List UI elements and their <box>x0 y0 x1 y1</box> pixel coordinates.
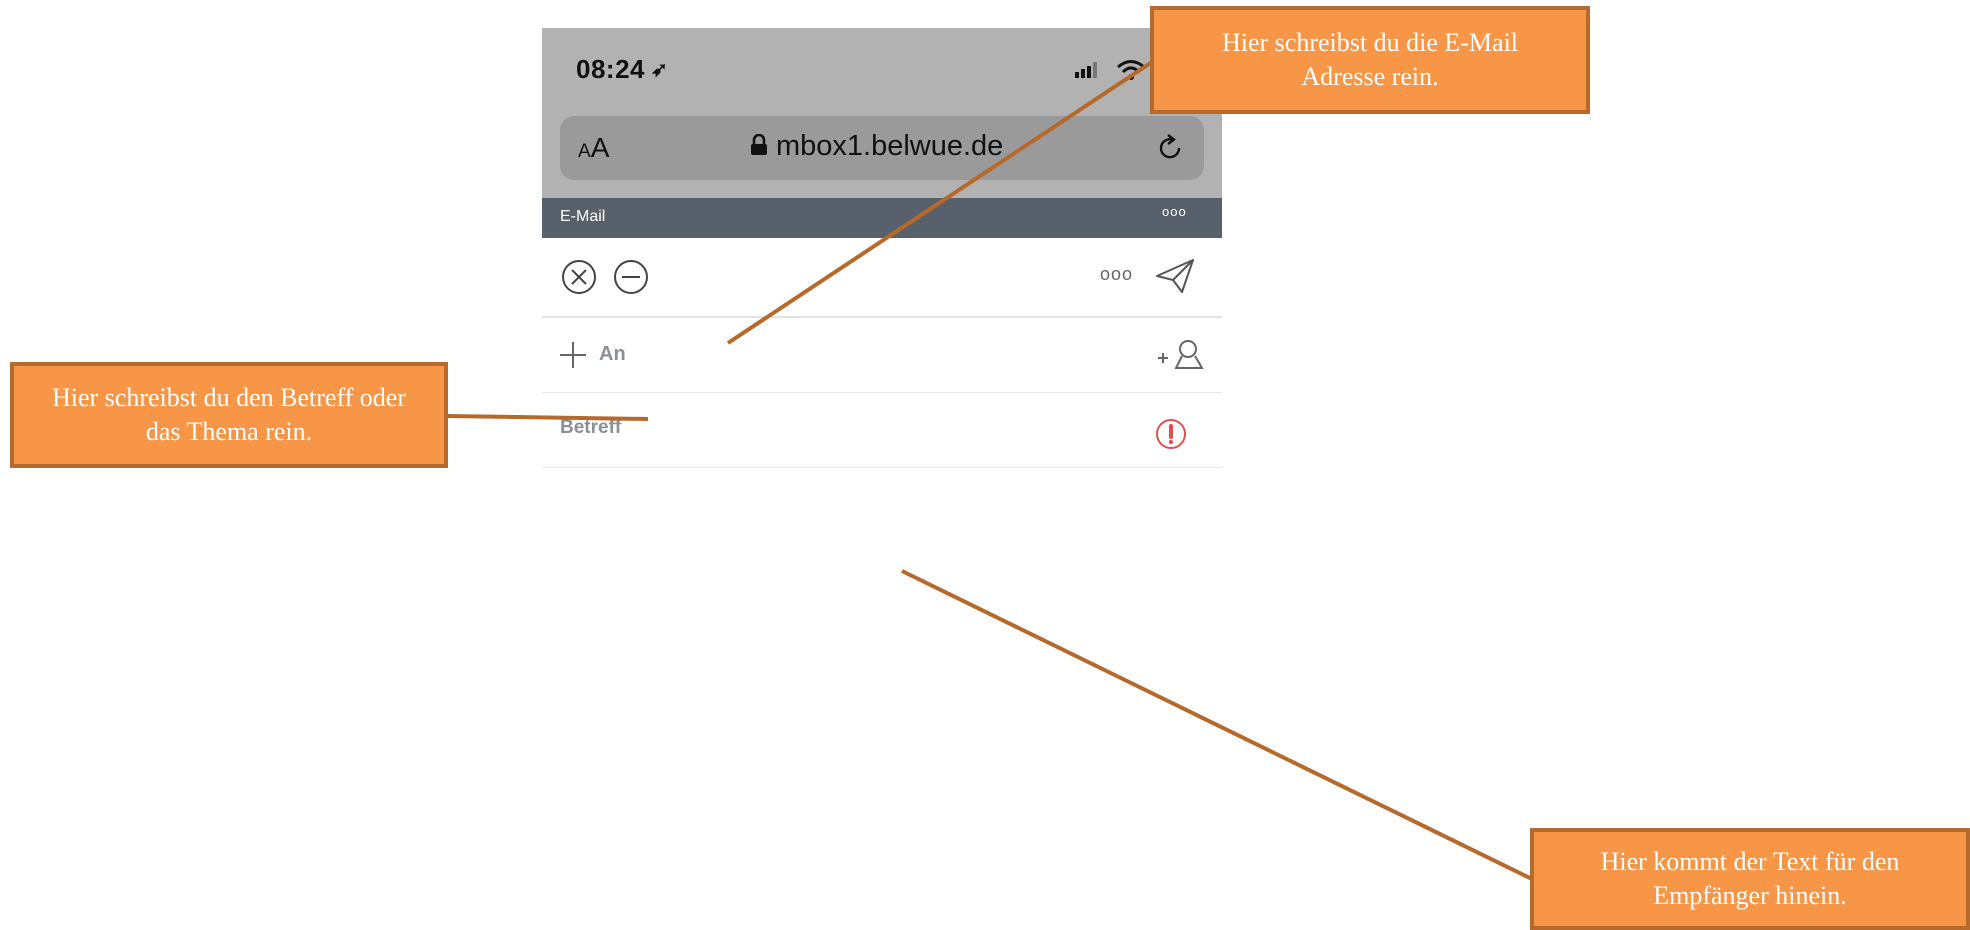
url-field[interactable]: mbox1.belwue.de <box>750 130 1003 163</box>
status-time: 08:24 ➶ <box>576 54 669 84</box>
to-field-row[interactable]: An <box>542 318 1222 393</box>
browser-address-bar[interactable]: AA mbox1.belwue.de <box>560 116 1204 180</box>
compose-toolbar: ooo <box>542 238 1222 318</box>
location-arrow-icon: ➶ <box>651 59 669 81</box>
callout-email-address: Hier schreibst du die E-Mail Adresse rei… <box>1150 6 1590 114</box>
callout-subject: Hier schreibst du den Betreff oder das T… <box>10 362 448 468</box>
connector-body <box>901 569 1535 882</box>
subject-field-row[interactable]: Betreff <box>542 393 1222 468</box>
wifi-icon <box>1117 60 1145 80</box>
minus-circle-icon[interactable] <box>612 258 650 296</box>
text-size-button[interactable]: AA <box>578 132 609 164</box>
add-contact-icon[interactable] <box>1156 338 1206 374</box>
paper-plane-icon[interactable] <box>1154 256 1196 296</box>
phone-screenshot: 08:24 ➶ AA mbox1.belwue.de E-Mail ooo oo… <box>542 28 1222 468</box>
subject-label: Betreff <box>560 417 622 438</box>
app-title: E-Mail <box>560 208 606 225</box>
close-circle-icon[interactable] <box>560 258 598 296</box>
status-bar: 08:24 ➶ AA mbox1.belwue.de <box>542 28 1222 198</box>
to-label: An <box>599 343 626 365</box>
callout-body-text: Hier kommt der Text für den Empfänger hi… <box>1530 828 1970 930</box>
lock-icon <box>751 134 767 155</box>
app-header: E-Mail ooo <box>542 198 1222 238</box>
priority-icon[interactable] <box>1154 417 1188 451</box>
compose-more-button[interactable]: ooo <box>1100 264 1133 285</box>
app-more-button[interactable]: ooo <box>1162 204 1187 219</box>
url-text: mbox1.belwue.de <box>776 130 1004 162</box>
signal-icon <box>1075 62 1097 78</box>
reload-icon[interactable] <box>1154 132 1186 164</box>
plus-icon[interactable] <box>558 340 588 370</box>
